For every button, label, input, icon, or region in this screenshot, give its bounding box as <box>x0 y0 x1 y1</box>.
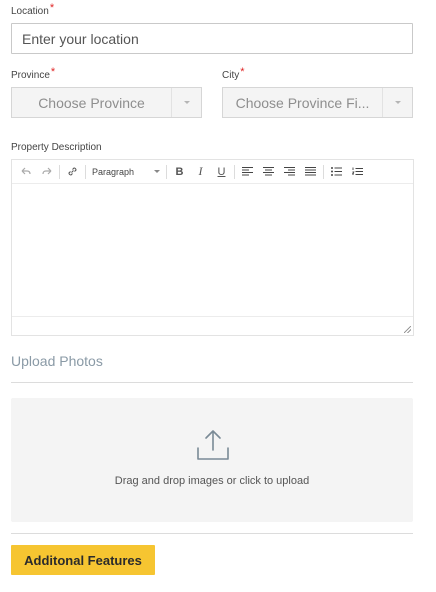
city-select[interactable]: Choose Province Fi... <box>222 87 413 118</box>
additional-features-button[interactable]: Additonal Features <box>11 545 155 575</box>
toolbar-divider <box>166 164 167 179</box>
editor-toolbar: Paragraph B I U <box>12 160 413 184</box>
format-select-value: Paragraph <box>92 166 135 177</box>
province-select[interactable]: Choose Province <box>11 87 202 118</box>
city-select-value: Choose Province Fi... <box>235 94 370 111</box>
upload-photos-title: Upload Photos <box>11 353 103 369</box>
location-label-text: Location <box>11 6 49 17</box>
bold-button[interactable]: B <box>169 162 190 182</box>
underline-button[interactable]: U <box>211 162 232 182</box>
province-label-text: Province <box>11 70 50 81</box>
province-label: Province* <box>11 66 56 81</box>
chevron-down-icon[interactable] <box>382 88 412 117</box>
format-select[interactable]: Paragraph <box>88 162 164 182</box>
location-input[interactable] <box>11 23 413 54</box>
city-label: City* <box>222 66 245 81</box>
upload-icon <box>197 430 229 460</box>
bullet-list-icon[interactable] <box>326 162 347 182</box>
italic-button[interactable]: I <box>190 162 211 182</box>
dropzone-text: Drag and drop images or click to upload <box>114 475 310 487</box>
city-label-text: City <box>222 70 240 81</box>
photo-dropzone[interactable]: Drag and drop images or click to upload <box>11 398 413 522</box>
required-mark: * <box>50 66 56 78</box>
toolbar-divider <box>323 164 324 179</box>
description-label: Property Description <box>11 142 102 153</box>
section-divider <box>11 533 413 534</box>
toolbar-divider <box>234 164 235 179</box>
align-center-icon[interactable] <box>258 162 279 182</box>
align-left-icon[interactable] <box>237 162 258 182</box>
required-mark: * <box>49 2 55 14</box>
align-justify-icon[interactable] <box>300 162 321 182</box>
editor-content-area[interactable] <box>12 184 413 317</box>
toolbar-divider <box>85 164 86 179</box>
required-mark: * <box>240 66 245 78</box>
redo-icon[interactable] <box>36 162 57 182</box>
link-icon[interactable] <box>62 162 83 182</box>
location-label: Location* <box>11 2 55 17</box>
editor-statusbar <box>12 317 413 335</box>
chevron-down-icon <box>154 170 160 173</box>
section-divider <box>11 382 413 383</box>
align-right-icon[interactable] <box>279 162 300 182</box>
chevron-down-icon[interactable] <box>171 88 201 117</box>
undo-icon[interactable] <box>15 162 36 182</box>
toolbar-divider <box>59 164 60 179</box>
numbered-list-icon[interactable] <box>347 162 368 182</box>
resize-handle-icon[interactable] <box>404 326 411 333</box>
province-select-value: Choose Province <box>38 94 145 111</box>
rich-text-editor: Paragraph B I U <box>11 159 414 336</box>
